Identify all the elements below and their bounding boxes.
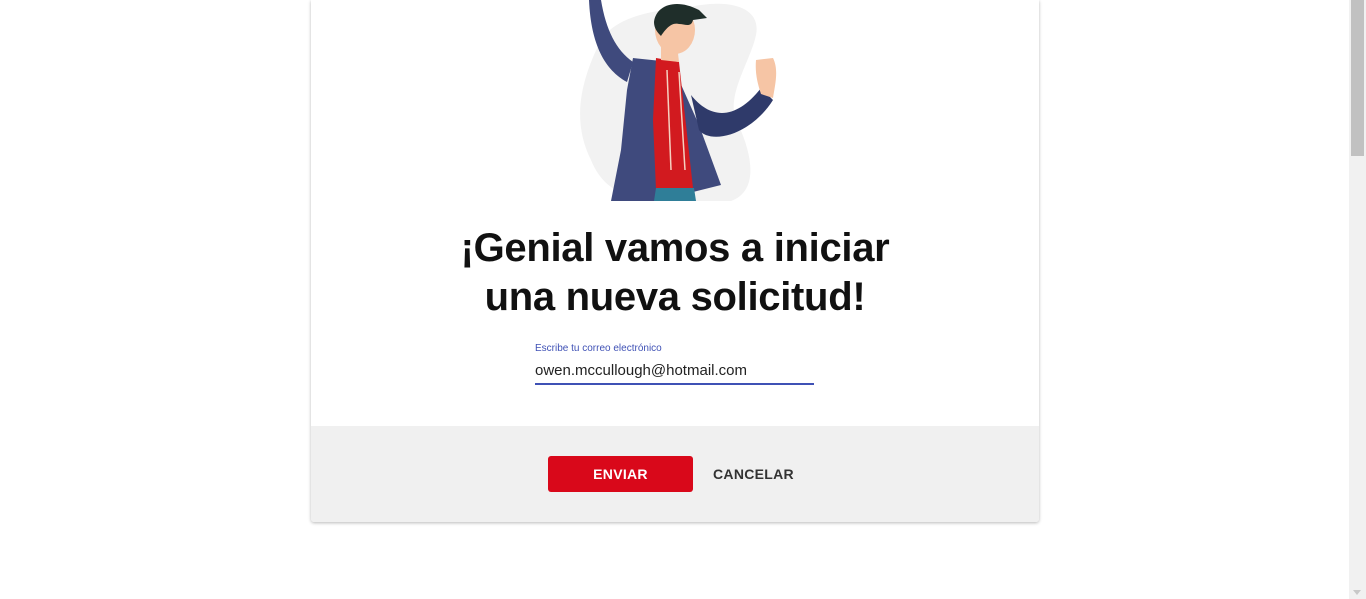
email-input[interactable]: [535, 358, 814, 385]
card-footer: ENVIAR CANCELAR: [311, 426, 1039, 522]
email-field-label: Escribe tu correo electrónico: [535, 343, 662, 354]
request-card: ¡Genial vamos a iniciar una nueva solici…: [311, 0, 1039, 522]
scroll-down-arrow-icon[interactable]: [1353, 590, 1361, 595]
email-field: Escribe tu correo electrónico: [535, 342, 814, 385]
cancel-button[interactable]: CANCELAR: [707, 456, 799, 492]
page-title: ¡Genial vamos a iniciar una nueva solici…: [311, 224, 1039, 322]
vertical-scrollbar[interactable]: [1349, 0, 1366, 599]
page-title-line-2: una nueva solicitud!: [484, 275, 866, 319]
scrollbar-thumb[interactable]: [1351, 0, 1364, 156]
celebrating-person-illustration: [580, 0, 777, 201]
submit-button[interactable]: ENVIAR: [548, 456, 693, 492]
page-title-line-1: ¡Genial vamos a iniciar: [460, 226, 890, 270]
page: ¡Genial vamos a iniciar una nueva solici…: [0, 0, 1366, 599]
